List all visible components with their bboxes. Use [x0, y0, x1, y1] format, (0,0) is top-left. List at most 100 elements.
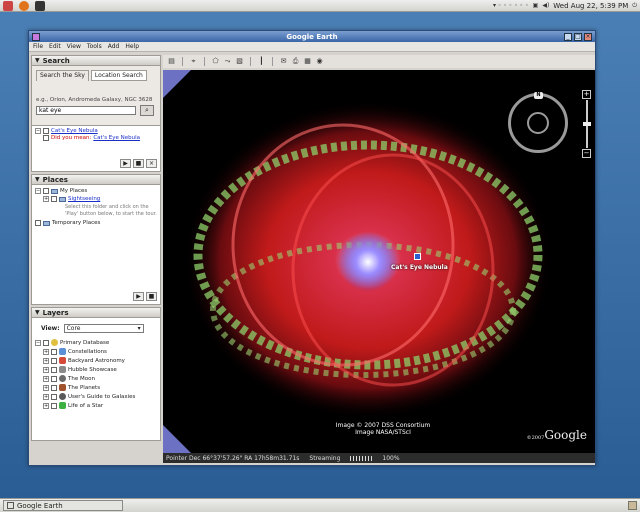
- minimize-button[interactable]: _: [564, 32, 572, 41]
- layers-section-header[interactable]: ▼ Layers: [31, 307, 161, 318]
- layer-item[interactable]: + Hubble Showcase: [35, 366, 157, 373]
- stop-tour-button[interactable]: ■: [146, 292, 157, 301]
- north-button[interactable]: N: [534, 92, 543, 99]
- expand-icon[interactable]: −: [35, 128, 41, 134]
- firefox-icon[interactable]: [19, 0, 29, 11]
- search-button[interactable]: ⌕: [140, 105, 154, 116]
- menu-file[interactable]: File: [33, 43, 43, 50]
- layer-item[interactable]: + Life of a Star: [35, 402, 157, 409]
- ruler-icon[interactable]: ┃: [257, 57, 266, 66]
- expand-icon[interactable]: −: [35, 188, 41, 194]
- layers-section-title: Layers: [42, 308, 69, 317]
- look-joystick[interactable]: [527, 112, 549, 134]
- suggestion-checkbox[interactable]: [43, 135, 49, 141]
- tree-checkbox[interactable]: [51, 196, 57, 202]
- result-checkbox[interactable]: [43, 128, 49, 134]
- layer-item[interactable]: + Constellations: [35, 348, 157, 355]
- view-select[interactable]: Core ▾: [63, 324, 144, 333]
- tree-item-temporary[interactable]: Temporary Places: [35, 220, 157, 226]
- tree-item-my-places[interactable]: − My Places: [35, 188, 157, 194]
- close-button[interactable]: ×: [584, 32, 592, 41]
- sky-mode-icon[interactable]: ◉: [315, 57, 324, 66]
- email-icon[interactable]: ✉: [279, 57, 288, 66]
- stop-button[interactable]: ■: [133, 159, 144, 168]
- print-icon[interactable]: ⎙: [291, 57, 300, 66]
- expand-icon[interactable]: +: [43, 366, 49, 373]
- tree-checkbox[interactable]: [43, 339, 49, 346]
- menu-help[interactable]: Help: [125, 43, 139, 50]
- volume-icon[interactable]: ◀): [542, 2, 549, 9]
- layer-item[interactable]: + The Planets: [35, 384, 157, 391]
- search-input[interactable]: [36, 106, 136, 115]
- expand-icon[interactable]: +: [43, 196, 49, 202]
- expand-icon[interactable]: −: [35, 339, 41, 346]
- search-section-header[interactable]: ▼ Search: [31, 55, 161, 66]
- menu-tools[interactable]: Tools: [87, 43, 102, 50]
- menu-view[interactable]: View: [67, 43, 81, 50]
- zoom-out-button[interactable]: −: [582, 149, 591, 158]
- tab-location-search[interactable]: Location Search: [90, 70, 147, 81]
- zoom-in-button[interactable]: +: [582, 90, 591, 99]
- clear-button[interactable]: ×: [146, 159, 157, 168]
- tab-search-sky[interactable]: Search the Sky: [36, 70, 89, 81]
- menu-add[interactable]: Add: [108, 43, 120, 50]
- placemark-icon[interactable]: [414, 253, 421, 260]
- layer-checkbox[interactable]: [51, 384, 57, 391]
- places-section-header[interactable]: ▼ Places: [31, 174, 161, 185]
- tree-item-sightseeing[interactable]: + Sightseeing: [35, 196, 157, 202]
- did-you-mean-label: Did you mean:: [51, 135, 92, 141]
- path-tool-icon[interactable]: ⤳: [223, 57, 232, 66]
- sidebar-toggle-icon[interactable]: ▤: [167, 57, 176, 66]
- layer-checkbox[interactable]: [51, 357, 57, 364]
- network-icon[interactable]: ▣: [533, 2, 539, 9]
- clock[interactable]: Wed Aug 22, 5:39 PM: [553, 2, 628, 10]
- main-menu-icon[interactable]: [3, 0, 13, 11]
- zoom-knob[interactable]: [582, 122, 591, 126]
- credit-line: Image NASA/STScI: [355, 429, 411, 436]
- layer-checkbox[interactable]: [51, 393, 57, 400]
- suggestion-link[interactable]: Cat's Eye Nebula: [93, 135, 140, 141]
- layer-checkbox[interactable]: [51, 366, 57, 373]
- tree-checkbox[interactable]: [43, 188, 49, 194]
- notification-icons[interactable]: ▾ ◦ ◦ ◦ ◦ ◦ ◦: [493, 2, 529, 9]
- placemark-label[interactable]: Cat's Eye Nebula: [391, 264, 448, 271]
- terminal-icon[interactable]: [35, 0, 45, 11]
- result-row[interactable]: − Cat's Eye Nebula: [35, 128, 157, 134]
- view-select-value: Core: [66, 325, 81, 332]
- expand-icon[interactable]: +: [43, 384, 49, 391]
- overlay-tool-icon[interactable]: ▧: [235, 57, 244, 66]
- tree-label: Primary Database: [60, 339, 110, 346]
- expand-icon[interactable]: +: [43, 375, 49, 382]
- sky-view[interactable]: Cat's Eye Nebula N + − Image © 2007 DSS …: [163, 70, 595, 453]
- maximize-button[interactable]: □: [574, 32, 582, 41]
- tree-checkbox[interactable]: [35, 220, 41, 226]
- layer-checkbox[interactable]: [51, 375, 57, 382]
- taskbar-item[interactable]: Google Earth: [3, 500, 123, 511]
- placemark-tool-icon[interactable]: ⌖: [189, 57, 198, 66]
- menu-edit[interactable]: Edit: [49, 43, 61, 50]
- show-desktop-icon[interactable]: [628, 501, 637, 510]
- layer-checkbox[interactable]: [51, 402, 57, 409]
- result-link[interactable]: Cat's Eye Nebula: [51, 128, 98, 134]
- expand-icon[interactable]: +: [43, 402, 49, 409]
- expand-icon[interactable]: +: [43, 348, 49, 355]
- expand-icon[interactable]: +: [43, 357, 49, 364]
- layer-item[interactable]: + The Moon: [35, 375, 157, 382]
- zoom-slider[interactable]: + −: [582, 90, 591, 160]
- titlebar[interactable]: Google Earth _ □ ×: [29, 31, 595, 42]
- layer-checkbox[interactable]: [51, 348, 57, 355]
- power-icon[interactable]: ⏻: [632, 2, 637, 10]
- play-button[interactable]: ▶: [120, 159, 131, 168]
- polygon-tool-icon[interactable]: ⬠: [211, 57, 220, 66]
- chevron-down-icon: ▾: [137, 325, 141, 332]
- tree-item-primary-database[interactable]: − Primary Database: [35, 339, 157, 346]
- collapse-icon: ▼: [35, 57, 40, 64]
- toolbar-divider: [182, 57, 183, 66]
- layer-item[interactable]: + Backyard Astronomy: [35, 357, 157, 364]
- layer-item[interactable]: + User's Guide to Galaxies: [35, 393, 157, 400]
- zoom-track[interactable]: [582, 100, 591, 148]
- google-maps-icon[interactable]: ▦: [303, 57, 312, 66]
- expand-icon[interactable]: +: [43, 393, 49, 400]
- navigation-ring[interactable]: N: [508, 92, 568, 153]
- play-tour-button[interactable]: ▶: [133, 292, 144, 301]
